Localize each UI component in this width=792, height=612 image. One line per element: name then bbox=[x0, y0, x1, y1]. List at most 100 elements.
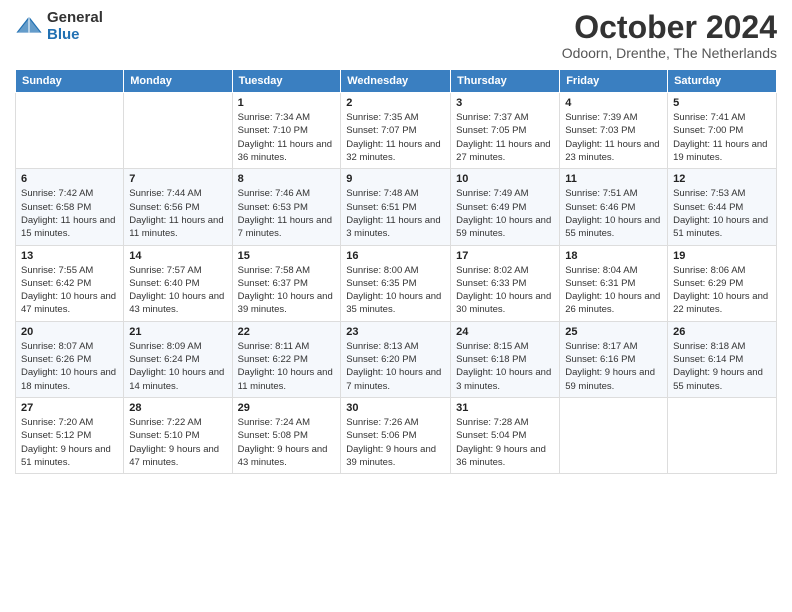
title-block: October 2024 Odoorn, Drenthe, The Nether… bbox=[562, 10, 777, 61]
day-info: Sunrise: 8:11 AM Sunset: 6:22 PM Dayligh… bbox=[238, 340, 336, 393]
day-info: Sunrise: 7:24 AM Sunset: 5:08 PM Dayligh… bbox=[238, 416, 336, 469]
calendar-cell: 13 Sunrise: 7:55 AM Sunset: 6:42 PM Dayli… bbox=[16, 245, 124, 321]
day-number: 31 bbox=[456, 402, 554, 414]
day-info: Sunrise: 7:53 AM Sunset: 6:44 PM Dayligh… bbox=[673, 187, 771, 240]
logo-text: General Blue bbox=[47, 10, 103, 43]
calendar-week-5: 27 Sunrise: 7:20 AM Sunset: 5:12 PM Dayli… bbox=[16, 397, 777, 473]
calendar-cell bbox=[668, 397, 777, 473]
calendar-cell: 21Sunrise: 8:09 AM Sunset: 6:24 PM Dayli… bbox=[124, 321, 232, 397]
day-number: 20 bbox=[21, 326, 118, 338]
calendar-cell: 29 Sunrise: 7:24 AM Sunset: 5:08 PM Dayli… bbox=[232, 397, 341, 473]
day-info: Sunrise: 7:34 AM Sunset: 7:10 PM Dayligh… bbox=[238, 111, 336, 164]
calendar-cell bbox=[16, 93, 124, 169]
calendar-cell: 16Sunrise: 8:00 AM Sunset: 6:35 PM Dayli… bbox=[341, 245, 451, 321]
day-info: Sunrise: 7:46 AM Sunset: 6:53 PM Dayligh… bbox=[238, 187, 336, 240]
header-day-sunday: Sunday bbox=[16, 70, 124, 93]
calendar-body: 1Sunrise: 7:34 AM Sunset: 7:10 PM Daylig… bbox=[16, 93, 777, 474]
day-number: 30 bbox=[346, 402, 445, 414]
day-info: Sunrise: 7:42 AM Sunset: 6:58 PM Dayligh… bbox=[21, 187, 118, 240]
day-info: Sunrise: 7:35 AM Sunset: 7:07 PM Dayligh… bbox=[346, 111, 445, 164]
calendar-week-4: 20 Sunrise: 8:07 AM Sunset: 6:26 PM Dayli… bbox=[16, 321, 777, 397]
day-number: 27 bbox=[21, 402, 118, 414]
day-info: Sunrise: 7:26 AM Sunset: 5:06 PM Dayligh… bbox=[346, 416, 445, 469]
day-number: 22 bbox=[238, 326, 336, 338]
day-info: Sunrise: 7:48 AM Sunset: 6:51 PM Dayligh… bbox=[346, 187, 445, 240]
header-day-saturday: Saturday bbox=[668, 70, 777, 93]
day-number: 9 bbox=[346, 173, 445, 185]
day-number: 17 bbox=[456, 250, 554, 262]
header-day-wednesday: Wednesday bbox=[341, 70, 451, 93]
calendar-cell: 7Sunrise: 7:44 AM Sunset: 6:56 PM Daylig… bbox=[124, 169, 232, 245]
calendar-cell: 4 Sunrise: 7:39 AM Sunset: 7:03 PM Daylig… bbox=[560, 93, 668, 169]
day-info: Sunrise: 8:18 AM Sunset: 6:14 PM Dayligh… bbox=[673, 340, 771, 393]
calendar-header: SundayMondayTuesdayWednesdayThursdayFrid… bbox=[16, 70, 777, 93]
calendar-cell: 10 Sunrise: 7:49 AM Sunset: 6:49 PM Dayli… bbox=[451, 169, 560, 245]
day-info: Sunrise: 7:57 AM Sunset: 6:40 PM Dayligh… bbox=[129, 264, 226, 317]
logo-blue: Blue bbox=[47, 27, 103, 44]
calendar-cell: 25 Sunrise: 8:17 AM Sunset: 6:16 PM Dayli… bbox=[560, 321, 668, 397]
calendar-cell: 20 Sunrise: 8:07 AM Sunset: 6:26 PM Dayli… bbox=[16, 321, 124, 397]
calendar-cell: 24 Sunrise: 8:15 AM Sunset: 6:18 PM Dayli… bbox=[451, 321, 560, 397]
day-number: 18 bbox=[565, 250, 662, 262]
day-info: Sunrise: 7:55 AM Sunset: 6:42 PM Dayligh… bbox=[21, 264, 118, 317]
day-number: 8 bbox=[238, 173, 336, 185]
day-number: 24 bbox=[456, 326, 554, 338]
day-number: 15 bbox=[238, 250, 336, 262]
calendar-cell bbox=[124, 93, 232, 169]
day-info: Sunrise: 8:04 AM Sunset: 6:31 PM Dayligh… bbox=[565, 264, 662, 317]
calendar-table: SundayMondayTuesdayWednesdayThursdayFrid… bbox=[15, 69, 777, 474]
header: General Blue October 2024 Odoorn, Drenth… bbox=[15, 10, 777, 61]
month-title: October 2024 bbox=[562, 10, 777, 45]
day-number: 11 bbox=[565, 173, 662, 185]
day-info: Sunrise: 7:51 AM Sunset: 6:46 PM Dayligh… bbox=[565, 187, 662, 240]
day-info: Sunrise: 8:13 AM Sunset: 6:20 PM Dayligh… bbox=[346, 340, 445, 393]
day-info: Sunrise: 7:44 AM Sunset: 6:56 PM Dayligh… bbox=[129, 187, 226, 240]
day-number: 3 bbox=[456, 97, 554, 109]
calendar-cell: 12 Sunrise: 7:53 AM Sunset: 6:44 PM Dayli… bbox=[668, 169, 777, 245]
day-number: 4 bbox=[565, 97, 662, 109]
day-info: Sunrise: 8:17 AM Sunset: 6:16 PM Dayligh… bbox=[565, 340, 662, 393]
day-number: 10 bbox=[456, 173, 554, 185]
calendar-cell: 9 Sunrise: 7:48 AM Sunset: 6:51 PM Daylig… bbox=[341, 169, 451, 245]
logo: General Blue bbox=[15, 10, 103, 43]
calendar-cell: 17 Sunrise: 8:02 AM Sunset: 6:33 PM Dayli… bbox=[451, 245, 560, 321]
day-number: 14 bbox=[129, 250, 226, 262]
day-number: 13 bbox=[21, 250, 118, 262]
calendar-cell: 5Sunrise: 7:41 AM Sunset: 7:00 PM Daylig… bbox=[668, 93, 777, 169]
day-number: 5 bbox=[673, 97, 771, 109]
calendar-cell: 23 Sunrise: 8:13 AM Sunset: 6:20 PM Dayli… bbox=[341, 321, 451, 397]
logo-icon bbox=[15, 13, 43, 41]
day-number: 12 bbox=[673, 173, 771, 185]
calendar-week-3: 13 Sunrise: 7:55 AM Sunset: 6:42 PM Dayli… bbox=[16, 245, 777, 321]
day-number: 28 bbox=[129, 402, 226, 414]
day-info: Sunrise: 8:02 AM Sunset: 6:33 PM Dayligh… bbox=[456, 264, 554, 317]
calendar-cell: 31 Sunrise: 7:28 AM Sunset: 5:04 PM Dayli… bbox=[451, 397, 560, 473]
day-info: Sunrise: 7:39 AM Sunset: 7:03 PM Dayligh… bbox=[565, 111, 662, 164]
calendar-week-2: 6Sunrise: 7:42 AM Sunset: 6:58 PM Daylig… bbox=[16, 169, 777, 245]
calendar-cell: 28Sunrise: 7:22 AM Sunset: 5:10 PM Dayli… bbox=[124, 397, 232, 473]
calendar-cell: 11 Sunrise: 7:51 AM Sunset: 6:46 PM Dayli… bbox=[560, 169, 668, 245]
calendar-cell: 22 Sunrise: 8:11 AM Sunset: 6:22 PM Dayli… bbox=[232, 321, 341, 397]
header-row: SundayMondayTuesdayWednesdayThursdayFrid… bbox=[16, 70, 777, 93]
day-info: Sunrise: 8:07 AM Sunset: 6:26 PM Dayligh… bbox=[21, 340, 118, 393]
day-number: 23 bbox=[346, 326, 445, 338]
day-info: Sunrise: 8:00 AM Sunset: 6:35 PM Dayligh… bbox=[346, 264, 445, 317]
logo-general: General bbox=[47, 10, 103, 27]
day-number: 25 bbox=[565, 326, 662, 338]
header-day-tuesday: Tuesday bbox=[232, 70, 341, 93]
day-info: Sunrise: 7:20 AM Sunset: 5:12 PM Dayligh… bbox=[21, 416, 118, 469]
calendar-cell: 3Sunrise: 7:37 AM Sunset: 7:05 PM Daylig… bbox=[451, 93, 560, 169]
calendar-cell: 19 Sunrise: 8:06 AM Sunset: 6:29 PM Dayli… bbox=[668, 245, 777, 321]
page: General Blue October 2024 Odoorn, Drenth… bbox=[0, 0, 792, 612]
day-info: Sunrise: 8:06 AM Sunset: 6:29 PM Dayligh… bbox=[673, 264, 771, 317]
calendar-cell: 26Sunrise: 8:18 AM Sunset: 6:14 PM Dayli… bbox=[668, 321, 777, 397]
day-info: Sunrise: 8:15 AM Sunset: 6:18 PM Dayligh… bbox=[456, 340, 554, 393]
calendar-cell: 18 Sunrise: 8:04 AM Sunset: 6:31 PM Dayli… bbox=[560, 245, 668, 321]
day-info: Sunrise: 7:49 AM Sunset: 6:49 PM Dayligh… bbox=[456, 187, 554, 240]
day-number: 29 bbox=[238, 402, 336, 414]
day-info: Sunrise: 8:09 AM Sunset: 6:24 PM Dayligh… bbox=[129, 340, 226, 393]
day-info: Sunrise: 7:28 AM Sunset: 5:04 PM Dayligh… bbox=[456, 416, 554, 469]
calendar-cell: 2Sunrise: 7:35 AM Sunset: 7:07 PM Daylig… bbox=[341, 93, 451, 169]
day-number: 19 bbox=[673, 250, 771, 262]
header-day-friday: Friday bbox=[560, 70, 668, 93]
